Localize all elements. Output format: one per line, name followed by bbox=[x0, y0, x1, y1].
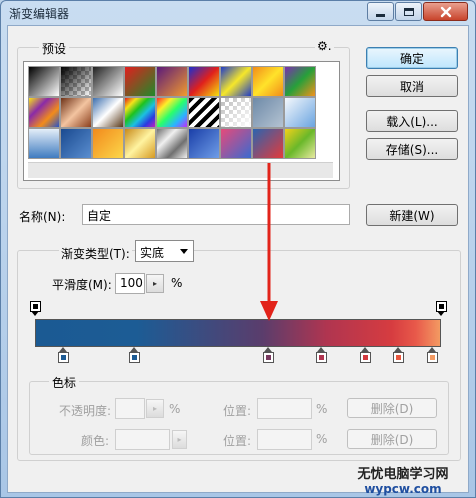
gradient-editor-window: 渐变编辑器 预设 ⚙. 确定 取消 载入(L)... 存储(S)... 名称(N… bbox=[0, 0, 476, 498]
preset-swatch-copper[interactable] bbox=[60, 97, 92, 128]
color-stop-6[interactable] bbox=[392, 347, 404, 364]
opacity-unit: % bbox=[169, 402, 181, 416]
color-stop-5[interactable] bbox=[360, 347, 372, 364]
title-bar: 渐变编辑器 bbox=[1, 1, 475, 25]
preset-swatch-blue-yellow-blue[interactable] bbox=[220, 66, 252, 97]
preset-swatch-blue-red-yellow[interactable] bbox=[188, 66, 220, 97]
name-field[interactable]: 自定 bbox=[82, 204, 350, 225]
preset-swatch-steel-blue[interactable] bbox=[28, 128, 60, 159]
preset-swatch-royal-blue[interactable] bbox=[188, 128, 220, 159]
preset-swatch-gold-yellow[interactable] bbox=[124, 128, 156, 159]
preset-swatch-violet-orange[interactable] bbox=[156, 66, 188, 97]
preset-swatch-yellow-violet-orange-blue[interactable] bbox=[28, 97, 60, 128]
color-picker-button[interactable]: ▸ bbox=[172, 430, 187, 449]
window-title: 渐变编辑器 bbox=[9, 7, 70, 21]
smoothness-stepper[interactable]: ▸ bbox=[146, 274, 164, 293]
opacity-stepper[interactable]: ▸ bbox=[146, 399, 164, 418]
gear-icon[interactable]: ⚙. bbox=[315, 39, 334, 53]
name-label: 名称(N): bbox=[19, 210, 66, 224]
color-label: 颜色: bbox=[81, 434, 110, 448]
cancel-button[interactable]: 取消 bbox=[366, 75, 458, 97]
color-stop-2[interactable] bbox=[128, 347, 140, 364]
delete-opacity-stop-button[interactable]: 删除(D) bbox=[347, 398, 437, 418]
color-stop-1[interactable] bbox=[57, 347, 69, 364]
chevron-right-icon: ▸ bbox=[177, 435, 182, 444]
preset-swatch-yellow-green[interactable] bbox=[284, 128, 316, 159]
preset-swatch-violet-green-orange[interactable] bbox=[284, 66, 316, 97]
opacity-label: 不透明度: bbox=[59, 404, 112, 418]
close-button[interactable] bbox=[423, 2, 468, 21]
chevron-right-icon: ▸ bbox=[152, 404, 157, 413]
presets-legend: 预设 bbox=[39, 40, 70, 57]
chevron-right-icon: ▸ bbox=[152, 279, 157, 288]
opacity-stop-right[interactable] bbox=[435, 301, 447, 317]
color-stop-3[interactable] bbox=[262, 347, 274, 364]
preset-swatch-orange-yellow[interactable] bbox=[92, 128, 124, 159]
preset-swatch-chrome[interactable] bbox=[92, 97, 124, 128]
smoothness-field[interactable]: 100 bbox=[115, 273, 145, 294]
gradient-type-value: 实底 bbox=[140, 246, 165, 260]
preset-swatch-black-white[interactable] bbox=[28, 66, 60, 97]
stops-legend: 色标 bbox=[49, 374, 80, 391]
color-swatch-field[interactable] bbox=[115, 429, 170, 450]
gradient-type-select[interactable]: 实底 bbox=[135, 240, 194, 262]
watermark-line2: wypcw.com bbox=[364, 482, 442, 496]
gradient-type-label: 渐变类型(T): bbox=[59, 245, 132, 262]
color-location-label: 位置: bbox=[223, 434, 252, 448]
preset-swatch-navy-blue[interactable] bbox=[60, 128, 92, 159]
minimize-button[interactable] bbox=[367, 2, 394, 21]
preset-swatch-orange-yellow-orange[interactable] bbox=[252, 66, 284, 97]
preset-swatch-black-transparent[interactable] bbox=[60, 66, 92, 97]
opacity-location-label: 位置: bbox=[223, 404, 252, 418]
smoothness-label: 平滑度(M): bbox=[52, 278, 112, 292]
preset-swatch-red-orange[interactable] bbox=[252, 128, 284, 159]
preset-swatch-list[interactable] bbox=[23, 61, 340, 181]
close-icon bbox=[440, 6, 451, 17]
annotation-arrow bbox=[260, 163, 278, 321]
preset-swatch-silver[interactable] bbox=[156, 128, 188, 159]
delete-color-stop-button[interactable]: 删除(D) bbox=[347, 429, 437, 449]
watermark: 无忧电脑学习网 wypcw.com bbox=[338, 463, 468, 496]
opacity-location-unit: % bbox=[316, 402, 328, 416]
load-button[interactable]: 载入(L)... bbox=[366, 110, 458, 132]
preset-swatch-blue-gray[interactable] bbox=[252, 97, 284, 128]
smoothness-unit: % bbox=[171, 276, 183, 290]
opacity-field[interactable] bbox=[115, 398, 145, 419]
color-stop-7[interactable] bbox=[427, 347, 439, 364]
ok-button[interactable]: 确定 bbox=[366, 47, 458, 69]
color-stop-4[interactable] bbox=[315, 347, 327, 364]
preset-swatch-grid bbox=[28, 66, 316, 159]
chevron-down-icon bbox=[180, 249, 188, 254]
maximize-icon bbox=[403, 7, 414, 16]
preset-swatch-transparent-stripes[interactable] bbox=[188, 97, 220, 128]
watermark-line1: 无忧电脑学习网 bbox=[357, 467, 449, 482]
color-location-unit: % bbox=[316, 432, 328, 446]
save-button[interactable]: 存储(S)... bbox=[366, 138, 458, 160]
preset-swatch-spectrum[interactable] bbox=[124, 97, 156, 128]
preset-swatch-pink-blue[interactable] bbox=[220, 128, 252, 159]
preset-swatch-transparent-white[interactable] bbox=[220, 97, 252, 128]
color-location-field[interactable] bbox=[257, 429, 312, 450]
maximize-button[interactable] bbox=[395, 2, 422, 21]
new-button[interactable]: 新建(W) bbox=[366, 204, 458, 226]
preset-swatch-transparent-rainbow[interactable] bbox=[156, 97, 188, 128]
preset-swatch-blue-sky[interactable] bbox=[284, 97, 316, 128]
opacity-stop-left[interactable] bbox=[29, 301, 41, 317]
gradient-bar[interactable] bbox=[35, 319, 441, 347]
preset-swatch-gray-white[interactable] bbox=[92, 66, 124, 97]
minimize-icon bbox=[376, 13, 385, 17]
swatch-scrollbar[interactable] bbox=[28, 162, 333, 178]
opacity-location-field[interactable] bbox=[257, 398, 312, 419]
preset-swatch-red-green[interactable] bbox=[124, 66, 156, 97]
